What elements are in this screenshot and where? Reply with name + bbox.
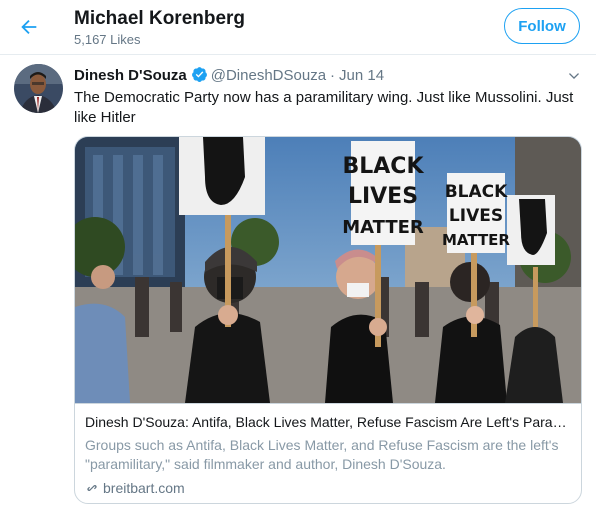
sign-text-1a: BLACK: [342, 154, 424, 179]
card-description: Groups such as Antifa, Black Lives Matte…: [85, 437, 559, 472]
arrow-left-icon[interactable]: [18, 16, 40, 38]
sign-text-1c: MATTER: [342, 217, 424, 238]
chevron-down-icon[interactable]: [566, 68, 582, 84]
sign-text-2b: LIVES: [449, 206, 503, 226]
tweet-date[interactable]: Jun 14: [339, 67, 384, 84]
link-card[interactable]: BLACK LIVES MATTER BLACK LIVES MATTER Di…: [74, 136, 582, 504]
avatar[interactable]: [14, 64, 63, 113]
card-info: Dinesh D'Souza: Antifa, Black Lives Matt…: [75, 403, 581, 503]
page-title: Michael Korenberg: [74, 8, 246, 29]
sign-text-2a: BLACK: [445, 182, 508, 202]
card-domain: breitbart.com: [85, 480, 185, 496]
likes-count: 5,167 Likes: [74, 32, 141, 47]
verified-badge-icon: [191, 67, 207, 82]
separator-dot: ·: [330, 67, 336, 84]
profile-header: Michael Korenberg 5,167 Likes Follow: [0, 0, 596, 55]
sign-text-2c: MATTER: [442, 231, 510, 249]
card-image: BLACK LIVES MATTER BLACK LIVES MATTER: [75, 137, 581, 403]
tweet-header: Dinesh D'Souza @DineshDSouza · Jun 14: [74, 66, 384, 84]
card-title: Dinesh D'Souza: Antifa, Black Lives Matt…: [85, 414, 571, 430]
author-name[interactable]: Dinesh D'Souza: [74, 67, 187, 84]
follow-button[interactable]: Follow: [504, 8, 580, 44]
tweet-text: The Democratic Party now has a paramilit…: [74, 89, 574, 126]
link-icon: [87, 484, 97, 492]
sign-text-1b: LIVES: [348, 184, 418, 209]
card-domain-text[interactable]: breitbart.com: [103, 480, 185, 496]
author-handle[interactable]: @DineshDSouza: [211, 67, 326, 84]
